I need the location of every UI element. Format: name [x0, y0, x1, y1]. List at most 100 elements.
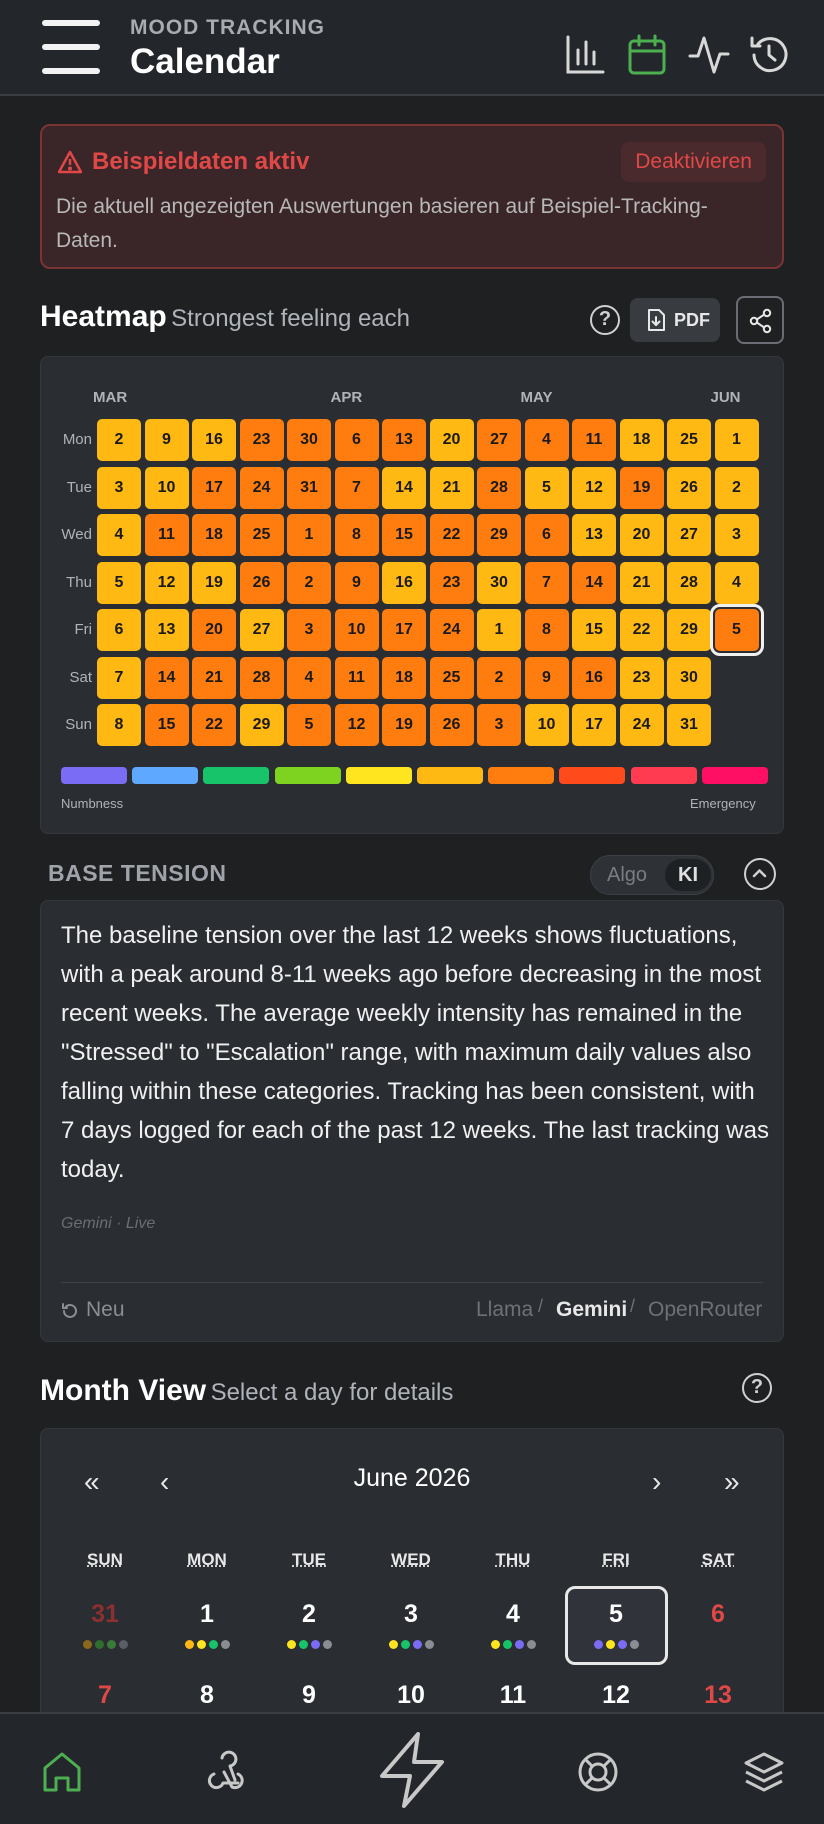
layers-icon[interactable] — [742, 1750, 786, 1794]
heatmap-cell[interactable]: 7 — [524, 561, 569, 604]
heatmap-cell[interactable]: 16 — [382, 561, 426, 604]
webhook-icon[interactable] — [204, 1750, 248, 1794]
heatmap-cell[interactable]: 29 — [667, 609, 711, 651]
heatmap-cell[interactable]: 3 — [714, 514, 759, 556]
heatmap-cell[interactable]: 8 — [334, 514, 379, 556]
calendar-day[interactable]: 9 — [269, 1681, 349, 1710]
toggle-ki[interactable]: KI — [665, 859, 711, 891]
next-month-button[interactable]: › — [652, 1466, 661, 1498]
heatmap-cell[interactable]: 1 — [287, 514, 331, 556]
calendar-day[interactable]: 13 — [678, 1681, 758, 1710]
heatmap-cell[interactable]: 18 — [382, 656, 426, 699]
heatmap-cell[interactable]: 18 — [192, 514, 236, 556]
heatmap-cell[interactable]: 15 — [382, 514, 426, 556]
heatmap-cell[interactable]: 27 — [477, 419, 521, 461]
heatmap-cell[interactable]: 4 — [524, 419, 569, 461]
heatmap-cell[interactable]: 7 — [97, 656, 141, 699]
heatmap-cell[interactable]: 18 — [619, 419, 664, 461]
heatmap-cell[interactable]: 27 — [667, 514, 711, 556]
home-icon[interactable] — [40, 1750, 84, 1794]
heatmap-cell[interactable]: 30 — [667, 656, 711, 699]
heatmap-cell[interactable]: 9 — [334, 561, 379, 604]
heatmap-cell[interactable]: 5 — [709, 604, 764, 656]
heatmap-cell[interactable]: 28 — [477, 466, 521, 509]
heatmap-cell[interactable]: 31 — [287, 466, 331, 509]
heatmap-cell[interactable]: 16 — [192, 419, 236, 461]
heatmap-cell[interactable]: 22 — [619, 609, 664, 651]
heatmap-cell[interactable]: 26 — [429, 704, 474, 746]
refresh-icon[interactable] — [61, 1302, 79, 1320]
heatmap-cell[interactable]: 30 — [287, 419, 331, 461]
heatmap-cell[interactable]: 15 — [144, 704, 189, 746]
calendar-icon[interactable] — [626, 34, 668, 76]
heatmap-cell[interactable]: 11 — [334, 656, 379, 699]
heatmap-help-icon[interactable]: ? — [590, 305, 620, 335]
heatmap-cell[interactable]: 20 — [619, 514, 664, 556]
heatmap-cell[interactable]: 30 — [477, 561, 521, 604]
bar-chart-icon[interactable] — [564, 34, 606, 76]
heatmap-cell[interactable]: 14 — [144, 656, 189, 699]
heatmap-cell[interactable]: 20 — [192, 609, 236, 651]
heatmap-cell[interactable]: 8 — [524, 609, 569, 651]
heatmap-cell[interactable]: 17 — [382, 609, 426, 651]
heatmap-cell[interactable]: 6 — [334, 419, 379, 461]
heatmap-cell[interactable]: 10 — [334, 609, 379, 651]
heatmap-cell[interactable]: 25 — [429, 656, 474, 699]
heatmap-cell[interactable]: 7 — [334, 466, 379, 509]
calendar-day[interactable]: 11 — [473, 1681, 553, 1710]
heatmap-cell[interactable]: 2 — [714, 466, 759, 509]
heatmap-cell[interactable]: 9 — [524, 656, 569, 699]
heatmap-cell[interactable]: 12 — [144, 561, 189, 604]
history-icon[interactable] — [748, 34, 790, 76]
heatmap-cell[interactable]: 19 — [192, 561, 236, 604]
heatmap-cell[interactable]: 29 — [239, 704, 284, 746]
heatmap-cell[interactable]: 3 — [477, 704, 521, 746]
heatmap-cell[interactable]: 3 — [97, 466, 141, 509]
heatmap-cell[interactable]: 13 — [144, 609, 189, 651]
heatmap-cell[interactable]: 4 — [97, 514, 141, 556]
heatmap-cell[interactable]: 25 — [667, 419, 711, 461]
heatmap-cell[interactable]: 17 — [192, 466, 236, 509]
heatmap-cell[interactable]: 24 — [429, 609, 474, 651]
provider-gemini[interactable]: Gemini — [556, 1298, 627, 1322]
heatmap-cell[interactable]: 15 — [572, 609, 616, 651]
pdf-export-button[interactable]: PDF — [630, 298, 720, 342]
heatmap-cell[interactable]: 28 — [667, 561, 711, 604]
provider-openrouter[interactable]: OpenRouter — [648, 1298, 762, 1322]
heatmap-cell[interactable]: 4 — [287, 656, 331, 699]
heatmap-cell[interactable]: 24 — [619, 704, 664, 746]
heatmap-cell[interactable]: 2 — [97, 419, 141, 461]
heatmap-cell[interactable]: 24 — [239, 466, 284, 509]
calendar-day[interactable]: 2 — [269, 1600, 349, 1629]
heatmap-cell[interactable]: 9 — [144, 419, 189, 461]
heatmap-cell[interactable]: 21 — [619, 561, 664, 604]
calendar-day[interactable]: 10 — [371, 1681, 451, 1710]
last-month-button[interactable]: » — [724, 1466, 740, 1498]
regenerate-button[interactable]: Neu — [86, 1298, 125, 1322]
heatmap-cell[interactable]: 16 — [572, 656, 616, 699]
heatmap-cell[interactable]: 2 — [287, 561, 331, 604]
heatmap-cell[interactable]: 31 — [667, 704, 711, 746]
heatmap-cell[interactable]: 26 — [239, 561, 284, 604]
activity-icon[interactable] — [688, 34, 730, 76]
heatmap-cell[interactable]: 14 — [572, 561, 616, 604]
heatmap-cell[interactable]: 20 — [429, 419, 474, 461]
share-button[interactable] — [736, 296, 784, 344]
heatmap-cell[interactable]: 10 — [144, 466, 189, 509]
calendar-day[interactable]: 5 — [576, 1600, 656, 1629]
month-view-help-icon[interactable]: ? — [742, 1373, 772, 1403]
toggle-algo[interactable]: Algo — [607, 864, 647, 887]
heatmap-cell[interactable]: 25 — [239, 514, 284, 556]
provider-llama[interactable]: Llama — [476, 1298, 533, 1322]
heatmap-cell[interactable]: 8 — [97, 704, 141, 746]
deactivate-button[interactable]: Deaktivieren — [621, 142, 766, 182]
calendar-day[interactable]: 7 — [65, 1681, 145, 1710]
heatmap-cell[interactable]: 11 — [144, 514, 189, 556]
algo-ki-toggle[interactable]: Algo KI — [590, 855, 714, 895]
heatmap-cell[interactable]: 11 — [572, 419, 616, 461]
heatmap-cell[interactable]: 29 — [477, 514, 521, 556]
heatmap-cell[interactable]: 19 — [619, 466, 664, 509]
heatmap-cell[interactable]: 12 — [572, 466, 616, 509]
heatmap-cell[interactable]: 28 — [239, 656, 284, 699]
heatmap-cell[interactable]: 22 — [429, 514, 474, 556]
